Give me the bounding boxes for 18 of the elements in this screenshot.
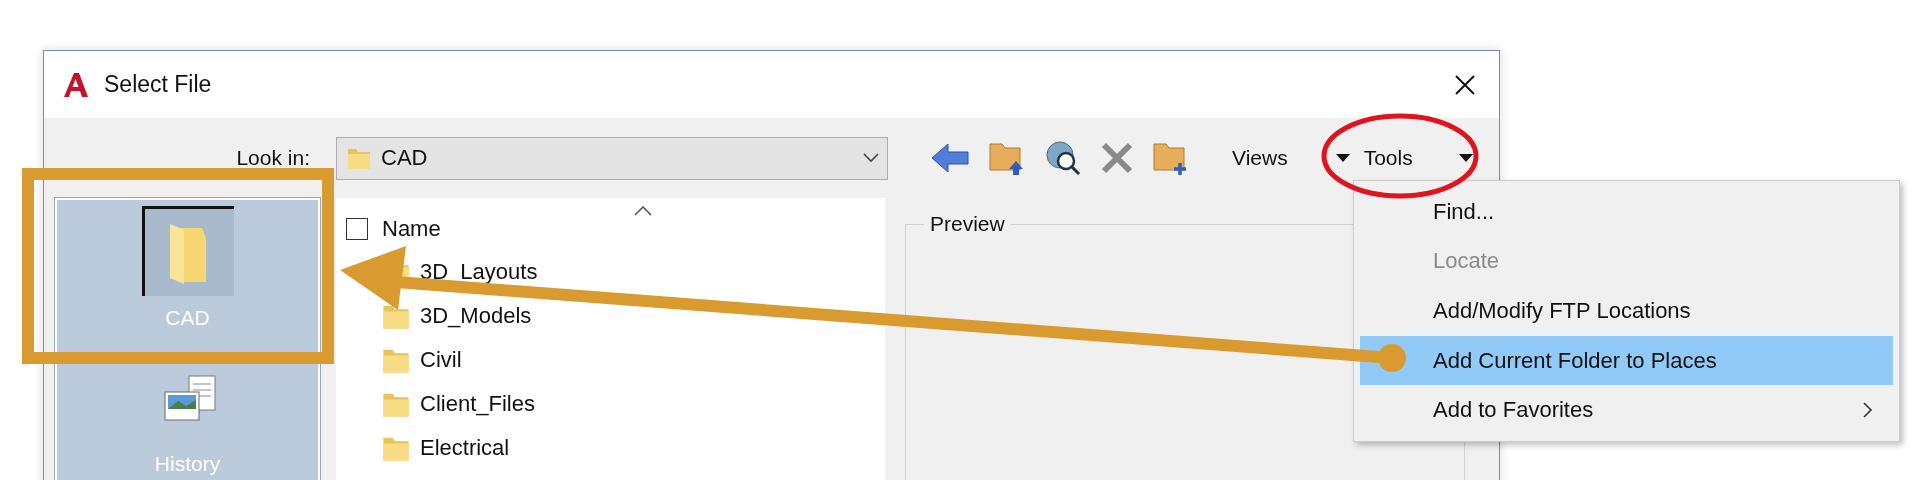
look-in-dropdown[interactable]: CAD (336, 136, 888, 180)
tools-menu-button[interactable]: Tools (1359, 144, 1477, 172)
file-row[interactable]: Electrical (346, 426, 885, 470)
dropdown-caret-icon (1458, 154, 1473, 162)
dropdown-caret-icon (1335, 154, 1350, 162)
chevron-down-icon (863, 153, 879, 163)
views-menu-button[interactable]: Views (1228, 144, 1354, 172)
file-row[interactable]: Client_Files (346, 382, 885, 426)
chevron-right-icon (1863, 402, 1873, 419)
menu-item[interactable]: Add Current Folder to Places (1360, 335, 1893, 386)
window-title: Select File (104, 71, 213, 98)
file-row[interactable]: Civil (346, 338, 885, 382)
look-in-label: Look in: (235, 146, 311, 170)
app-logo-icon (62, 70, 90, 99)
sort-caret-icon (634, 206, 652, 216)
select-all-checkbox[interactable] (346, 218, 368, 240)
file-row[interactable]: 3D_Models (346, 294, 885, 338)
name-column-header[interactable]: Name (382, 216, 441, 242)
